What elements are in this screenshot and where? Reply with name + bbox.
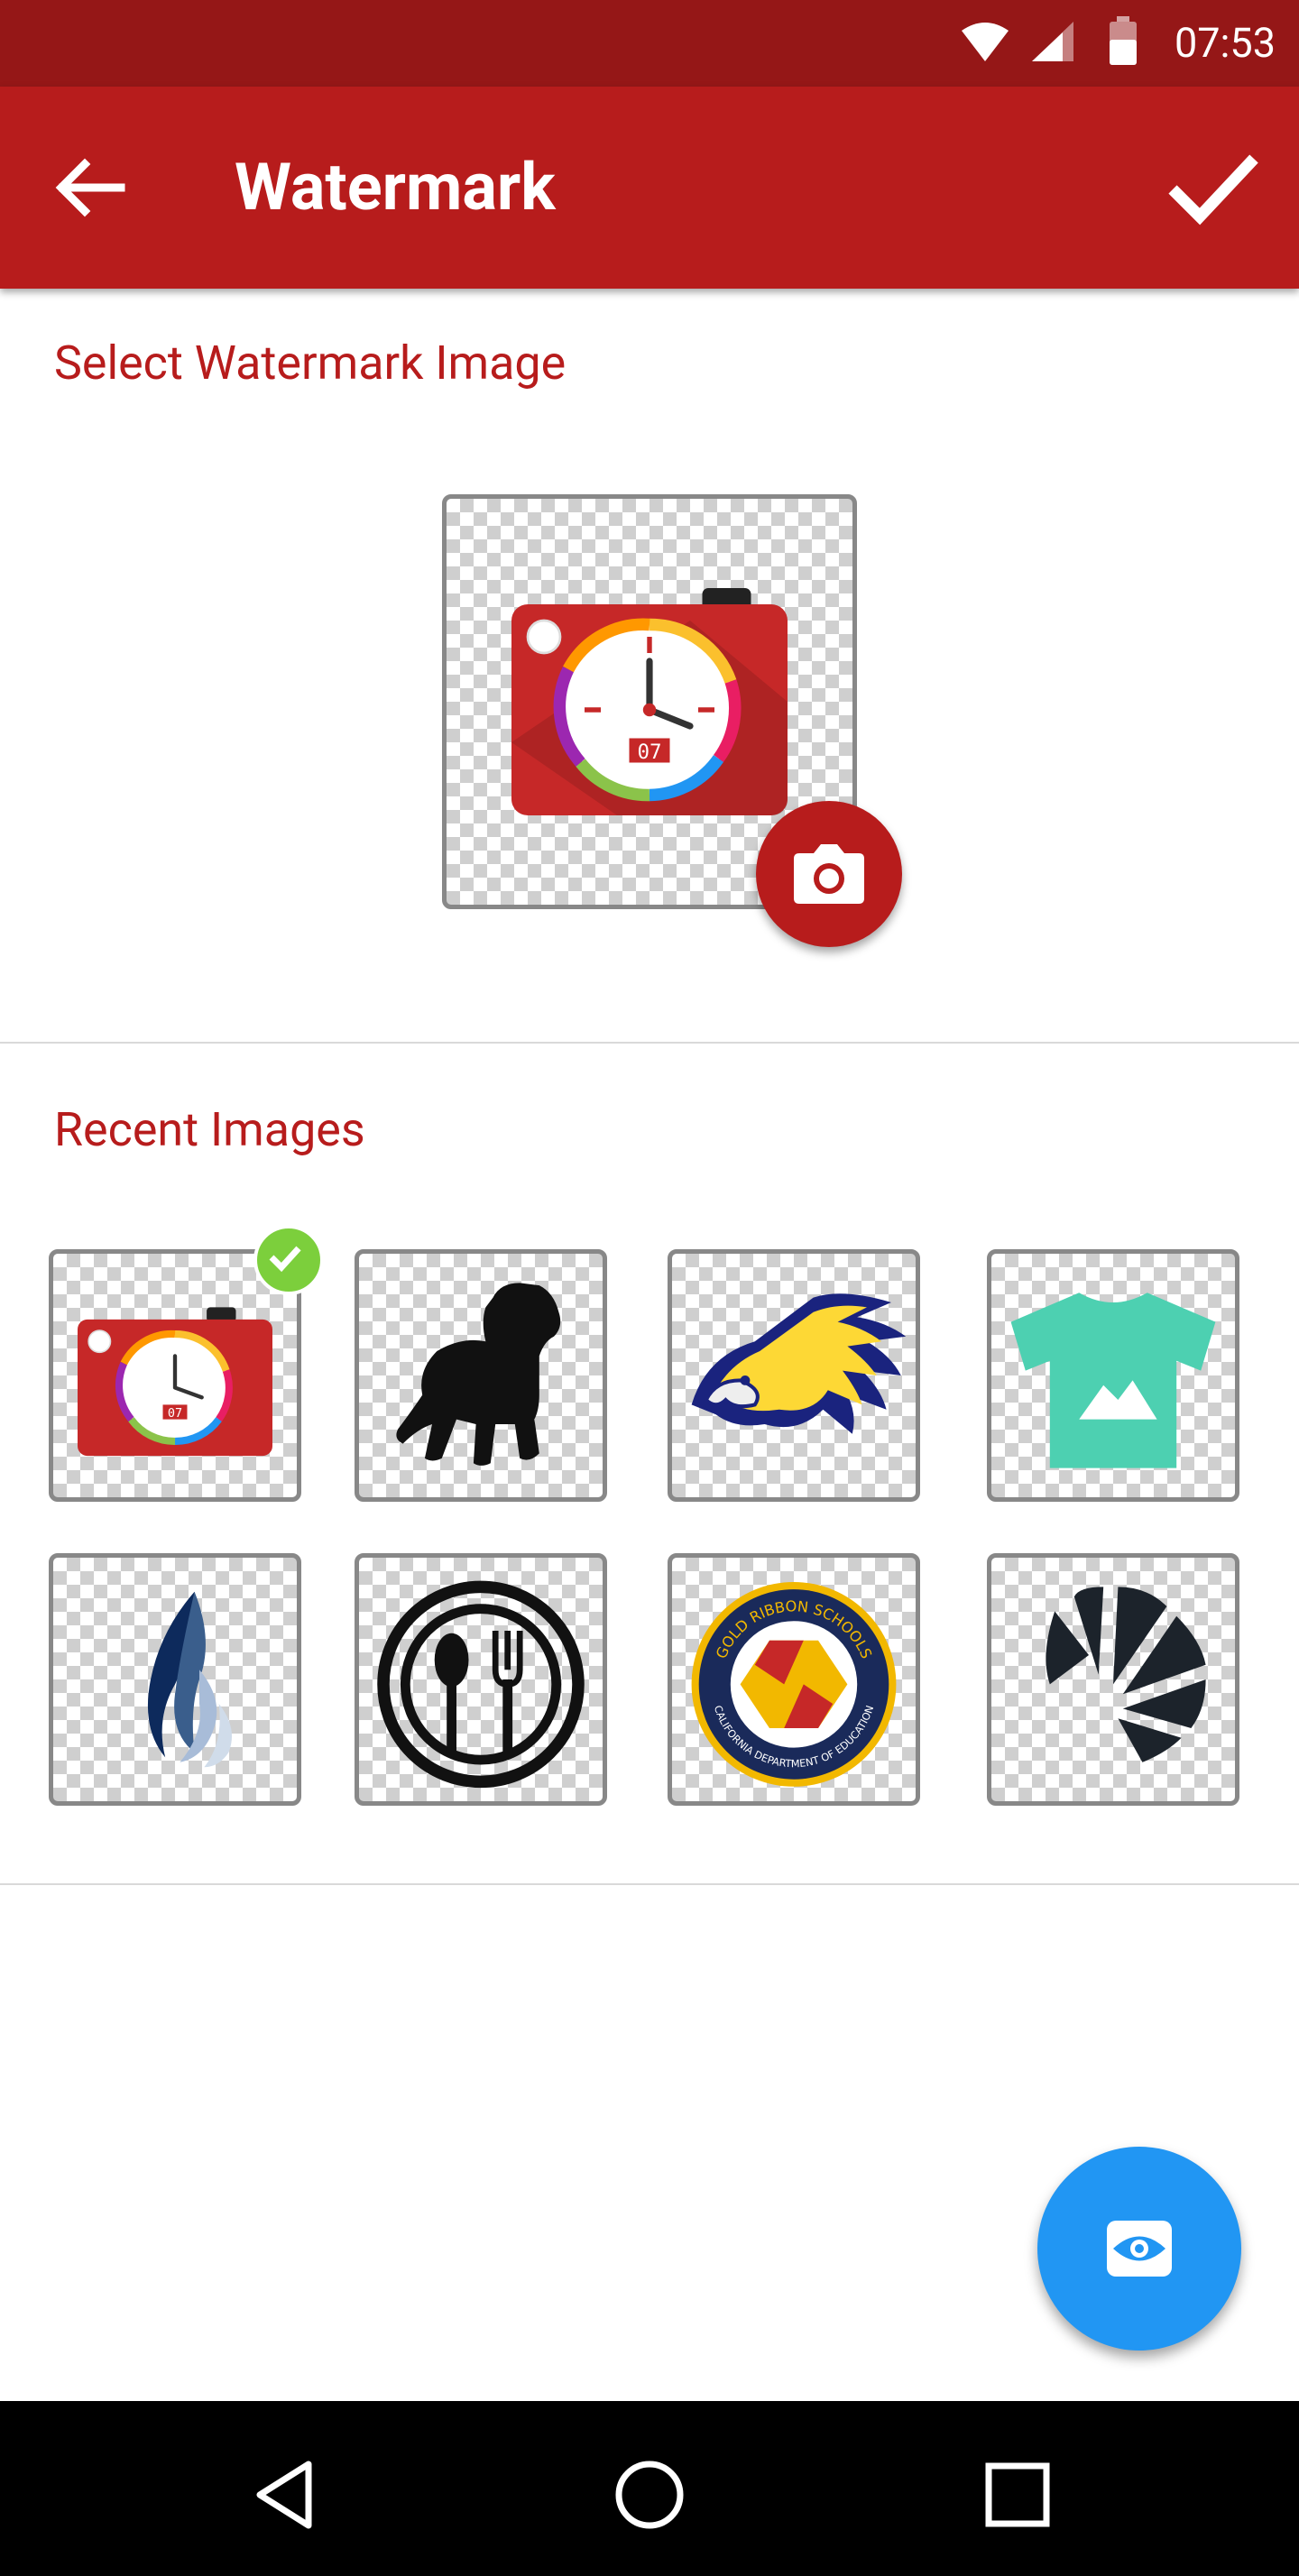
camera-icon [794,844,864,904]
dog-silhouette [396,1283,561,1466]
back-nav-icon[interactable] [249,2457,325,2533]
check-icon [1168,154,1258,225]
fork-spoon-icon [377,1580,585,1789]
tshirt-icon [1010,1293,1216,1468]
home-nav-icon[interactable] [610,2455,689,2535]
clock-digits: 07 [168,1406,182,1421]
take-photo-button[interactable] [756,801,902,947]
flame-logo [147,1591,232,1768]
recents-nav-icon[interactable] [980,2457,1055,2533]
status-bar: 07:53 [0,0,1299,87]
back-button[interactable] [45,143,135,233]
select-image-title: Select Watermark Image [54,336,567,391]
eye-icon [1107,2221,1172,2277]
recent-image-tile[interactable] [355,1249,607,1502]
wifi-icon [962,23,1009,61]
selected-badge [253,1225,324,1295]
signal-icon [1032,22,1073,61]
gold-ribbon-seal: GOLD RIBBON SCHOOLS CALIFORNIA DEPARTMEN… [691,1582,897,1787]
recent-image-tile[interactable] [49,1553,301,1806]
arrow-left-icon [55,158,125,217]
recent-images-title: Recent Images [54,1102,365,1157]
confirm-button[interactable] [1164,137,1263,236]
camera-clock-logo: 07 [78,1307,272,1457]
section-divider [0,1883,1299,1885]
recent-image-tile[interactable] [987,1249,1239,1502]
recent-image-tile[interactable] [668,1249,920,1502]
recent-image-tile[interactable]: 07 [49,1225,324,1502]
section-divider [0,1042,1299,1044]
battery-icon [1110,16,1137,65]
check-icon [269,1246,301,1273]
recent-image-tile[interactable] [355,1553,607,1806]
page-title: Watermark [235,149,556,225]
preview-button[interactable] [1037,2147,1241,2351]
navigation-bar [0,2401,1299,2576]
recent-image-tile[interactable]: GOLD RIBBON SCHOOLS CALIFORNIA DEPARTMEN… [668,1553,920,1806]
clock-digits: 07 [637,741,661,764]
status-time: 07:53 [1174,19,1276,67]
eagle-logo [691,1293,907,1434]
app-bar: Watermark [0,87,1299,289]
recent-image-tile[interactable] [987,1553,1239,1806]
shell-logo [1046,1587,1206,1762]
